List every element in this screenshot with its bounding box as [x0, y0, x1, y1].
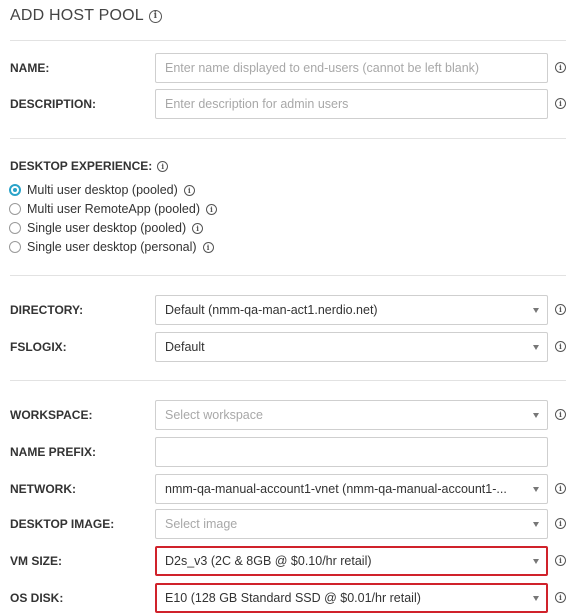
- name-prefix-input[interactable]: [155, 437, 548, 467]
- divider: [10, 40, 566, 41]
- info-icon[interactable]: i: [555, 62, 566, 73]
- network-label: NETWORK:: [10, 482, 76, 496]
- directory-value: Default (nmm-qa-man-act1.nerdio.net): [165, 303, 378, 317]
- fslogix-label: FSLOGIX:: [10, 340, 67, 354]
- chevron-down-icon: [533, 487, 539, 492]
- page-title-text: ADD HOST POOL: [10, 7, 144, 24]
- info-icon[interactable]: i: [192, 222, 204, 234]
- radio-button-selected[interactable]: [9, 184, 21, 196]
- info-icon[interactable]: i: [183, 184, 195, 196]
- chevron-down-icon: [533, 596, 539, 601]
- info-icon[interactable]: i: [555, 592, 566, 603]
- description-label: DESCRIPTION:: [10, 97, 97, 111]
- name-placeholder: Enter name displayed to end-users (canno…: [165, 61, 480, 75]
- radio-button[interactable]: [9, 222, 21, 234]
- radio-label: Multi user RemoteApp (pooled): [27, 202, 200, 216]
- info-icon[interactable]: i: [555, 409, 566, 420]
- radio-option-single-user-pooled[interactable]: Single user desktop (pooled) i: [9, 219, 204, 237]
- radio-label: Single user desktop (pooled): [27, 221, 187, 235]
- desktop-experience-label: DESKTOP EXPERIENCE: i: [10, 158, 169, 174]
- radio-button[interactable]: [9, 203, 21, 215]
- info-icon[interactable]: i: [555, 98, 566, 109]
- description-input[interactable]: Enter description for admin users: [155, 89, 548, 119]
- info-icon[interactable]: i: [202, 241, 214, 253]
- desktop-experience-label-text: DESKTOP EXPERIENCE:: [10, 159, 153, 173]
- radio-option-single-user-personal[interactable]: Single user desktop (personal) i: [9, 238, 214, 256]
- info-icon[interactable]: i: [555, 341, 566, 352]
- chevron-down-icon: [533, 522, 539, 527]
- divider: [10, 275, 566, 276]
- info-icon[interactable]: i: [157, 160, 169, 172]
- chevron-down-icon: [533, 345, 539, 350]
- info-icon[interactable]: i: [555, 304, 566, 315]
- description-placeholder: Enter description for admin users: [165, 97, 349, 111]
- workspace-placeholder: Select workspace: [165, 408, 263, 422]
- name-prefix-label: NAME PREFIX:: [10, 445, 97, 459]
- desktop-image-label: DESKTOP IMAGE:: [10, 517, 115, 531]
- name-input[interactable]: Enter name displayed to end-users (canno…: [155, 53, 548, 83]
- info-icon[interactable]: i: [206, 203, 217, 215]
- directory-select[interactable]: Default (nmm-qa-man-act1.nerdio.net): [155, 295, 548, 325]
- radio-option-multi-user-desktop[interactable]: Multi user desktop (pooled) i: [9, 181, 195, 199]
- network-value: nmm-qa-manual-account1-vnet (nmm-qa-manu…: [165, 482, 507, 496]
- vm-size-value: D2s_v3 (2C & 8GB @ $0.10/hr retail): [165, 554, 372, 568]
- page-title: ADD HOST POOL i: [10, 6, 162, 26]
- divider: [10, 380, 566, 381]
- info-icon[interactable]: i: [148, 9, 162, 23]
- name-label: NAME:: [10, 61, 50, 75]
- os-disk-select[interactable]: E10 (128 GB Standard SSD @ $0.01/hr reta…: [155, 583, 548, 613]
- desktop-image-placeholder: Select image: [165, 517, 238, 531]
- radio-button[interactable]: [9, 241, 21, 253]
- chevron-down-icon: [533, 308, 539, 313]
- chevron-down-icon: [533, 559, 539, 564]
- chevron-down-icon: [533, 413, 539, 418]
- radio-option-multi-user-remoteapp[interactable]: Multi user RemoteApp (pooled) i: [9, 200, 217, 218]
- info-icon[interactable]: i: [555, 518, 566, 529]
- divider: [10, 138, 566, 139]
- info-icon[interactable]: i: [555, 555, 566, 566]
- workspace-label: WORKSPACE:: [10, 408, 93, 422]
- desktop-image-select[interactable]: Select image: [155, 509, 548, 539]
- directory-label: DIRECTORY:: [10, 303, 84, 317]
- workspace-select[interactable]: Select workspace: [155, 400, 548, 430]
- network-select[interactable]: nmm-qa-manual-account1-vnet (nmm-qa-manu…: [155, 474, 548, 504]
- vm-size-select[interactable]: D2s_v3 (2C & 8GB @ $0.10/hr retail): [155, 546, 548, 576]
- radio-label: Single user desktop (personal): [27, 240, 197, 254]
- fslogix-value: Default: [165, 340, 205, 354]
- os-disk-label: OS DISK:: [10, 591, 64, 605]
- info-icon[interactable]: i: [555, 483, 566, 494]
- os-disk-value: E10 (128 GB Standard SSD @ $0.01/hr reta…: [165, 591, 421, 605]
- vm-size-label: VM SIZE:: [10, 554, 63, 568]
- radio-label: Multi user desktop (pooled): [27, 183, 178, 197]
- fslogix-select[interactable]: Default: [155, 332, 548, 362]
